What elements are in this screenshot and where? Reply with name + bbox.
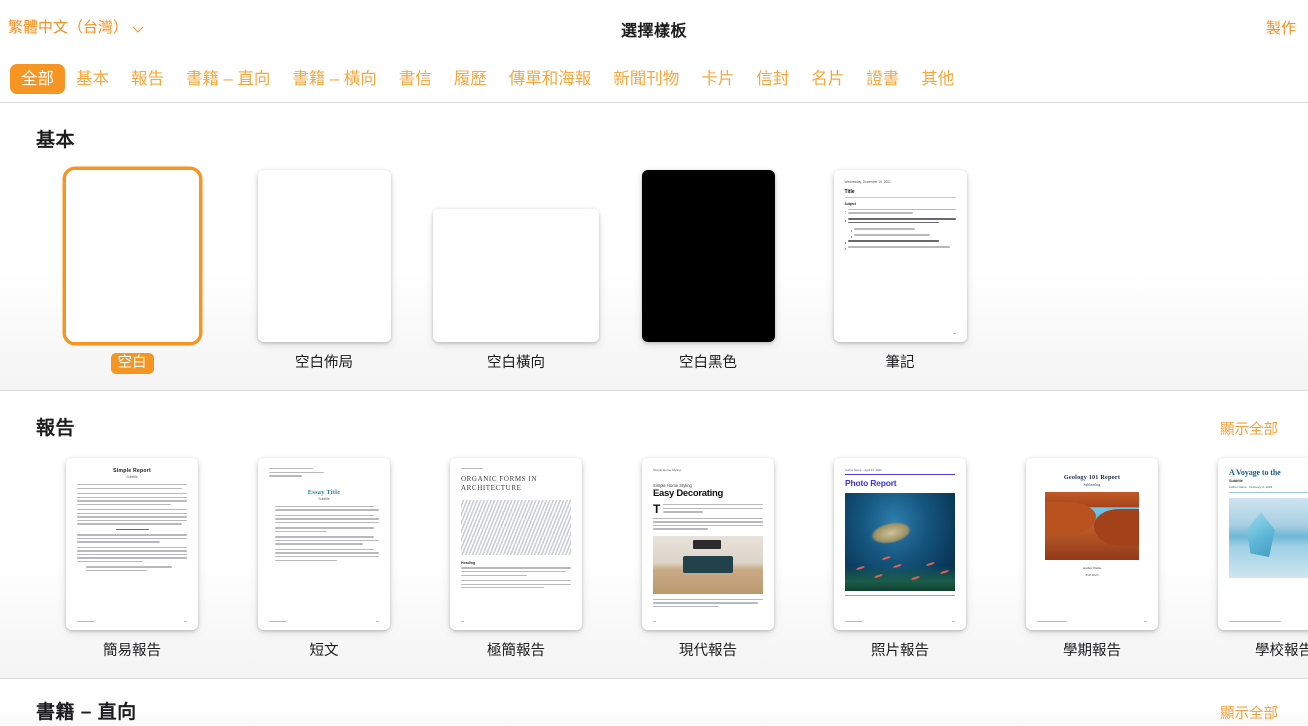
- preview-image: [1229, 498, 1308, 578]
- preview-title: A Voyage to the: [1229, 468, 1308, 477]
- template-scroll-area[interactable]: 基本 空白 空白佈局: [0, 103, 1308, 725]
- preview-image: [461, 500, 571, 555]
- template-label: 學期報告: [1056, 641, 1128, 662]
- template-card-essay[interactable]: Essay Title Subtitle 短文: [228, 440, 420, 662]
- tab-8[interactable]: 新聞刊物: [602, 64, 690, 94]
- preview-title: Geology 101 Report: [1037, 474, 1147, 481]
- template-label: 極簡報告: [480, 641, 552, 662]
- tab-12[interactable]: 證書: [855, 64, 910, 94]
- preview-subject: Subject: [845, 202, 956, 206]
- template-thumbnail: Geology 101 Report Subheading Author Nam…: [1026, 458, 1158, 630]
- tab-10[interactable]: 信封: [745, 64, 800, 94]
- dropcap: T: [653, 504, 660, 515]
- template-thumbnail: Simple Report Subtitle: [66, 458, 198, 630]
- preview-kicker: Simple Home Styling: [653, 468, 763, 472]
- template-thumbnail: Wednesday, December 15, 2021 Title Subje…: [834, 170, 967, 342]
- section-title: 書籍 – 直向: [36, 697, 137, 724]
- section-title: 報告: [36, 413, 75, 440]
- section-books-portrait: 書籍 – 直向 顯示全部: [0, 679, 1308, 725]
- template-thumbnail: A Voyage to the Subtitle Author Name · F…: [1218, 458, 1308, 630]
- tab-11[interactable]: 名片: [800, 64, 855, 94]
- preview-image: [1045, 492, 1139, 560]
- template-card-minimal-report[interactable]: ORGANIC FORMS IN ARCHITECTURE Heading 極簡…: [420, 440, 612, 662]
- page-title: 選擇樣板: [0, 17, 1308, 41]
- template-card-term-report[interactable]: Geology 101 Report Subheading Author Nam…: [996, 440, 1188, 662]
- preview-image: [653, 536, 763, 594]
- preview-date: Fall 2023: [1037, 573, 1147, 577]
- template-row-basic: 空白 空白佈局 空白橫向: [0, 152, 1308, 374]
- template-label: 空白黑色: [672, 353, 744, 374]
- template-card-photo-report[interactable]: Author Name – April 14, 2022 Photo Repor…: [804, 440, 996, 662]
- category-tabbar: 全部基本報告書籍 – 直向書籍 – 橫向書信履歷傳單和海報新聞刊物卡片信封名片證…: [0, 56, 1308, 103]
- template-label: 空白佈局: [288, 353, 360, 374]
- section-basic: 基本 空白 空白佈局: [0, 103, 1308, 391]
- template-thumbnail: Essay Title Subtitle: [258, 458, 390, 630]
- template-label: 學校報告: [1248, 641, 1308, 662]
- section-report: 報告 顯示全部 Simple Report Subtitle: [0, 391, 1308, 679]
- tab-0[interactable]: 全部: [10, 64, 65, 94]
- preview-author: Author Name: [1037, 566, 1147, 570]
- section-header: 報告 顯示全部: [0, 391, 1308, 440]
- tab-7[interactable]: 傳單和海報: [498, 64, 603, 94]
- template-card-blank-black[interactable]: 空白黑色: [612, 152, 804, 374]
- template-thumbnail: [642, 170, 775, 342]
- template-card-blank-layout[interactable]: 空白佈局: [228, 152, 420, 374]
- template-label: 空白橫向: [480, 353, 552, 374]
- preview-title: Essay Title: [269, 489, 379, 496]
- preview-title: Title: [845, 189, 956, 195]
- preview-title: ORGANIC FORMS IN ARCHITECTURE: [461, 475, 571, 493]
- template-thumbnail: Simple Home Styling Simple Home Styling …: [642, 458, 774, 630]
- preview-title: Simple Report: [77, 468, 187, 474]
- template-card-notes[interactable]: Wednesday, December 15, 2021 Title Subje…: [804, 152, 996, 374]
- create-button[interactable]: 製作: [1266, 17, 1296, 38]
- tab-1[interactable]: 基本: [65, 64, 120, 94]
- template-label: 現代報告: [672, 641, 744, 662]
- tab-2[interactable]: 報告: [120, 64, 175, 94]
- template-label: 短文: [303, 641, 346, 662]
- template-card-modern-report[interactable]: Simple Home Styling Simple Home Styling …: [612, 440, 804, 662]
- template-label: 筆記: [879, 353, 922, 374]
- template-row-report: Simple Report Subtitle: [0, 440, 1308, 662]
- template-card-blank-landscape[interactable]: 空白橫向: [420, 152, 612, 374]
- preview-subtitle: Subtitle: [1229, 479, 1308, 483]
- tab-5[interactable]: 書信: [388, 64, 443, 94]
- template-thumbnail: [433, 209, 599, 342]
- template-thumbnail: [66, 170, 199, 342]
- section-header: 基本: [0, 103, 1308, 152]
- preview-title: Photo Report: [845, 478, 955, 488]
- show-all-link[interactable]: 顯示全部: [1220, 418, 1278, 439]
- window-titlebar: 繁體中文（台灣） 選擇樣板 製作: [0, 0, 1308, 56]
- template-card-school-report[interactable]: A Voyage to the Subtitle Author Name · F…: [1188, 440, 1308, 662]
- tab-3[interactable]: 書籍 – 直向: [175, 64, 281, 94]
- preview-subtitle: Heading: [461, 561, 571, 565]
- show-all-link[interactable]: 顯示全部: [1220, 702, 1278, 723]
- preview-date: Wednesday, December 15, 2021: [845, 180, 956, 184]
- section-header: 書籍 – 直向 顯示全部: [0, 679, 1308, 724]
- section-title: 基本: [36, 125, 75, 152]
- preview-subtitle: Author Name – April 14, 2022: [845, 468, 955, 472]
- template-label: 簡易報告: [96, 641, 168, 662]
- template-label: 照片報告: [864, 641, 936, 662]
- tab-4[interactable]: 書籍 – 橫向: [281, 64, 387, 94]
- template-thumbnail: Author Name – April 14, 2022 Photo Repor…: [834, 458, 966, 630]
- template-thumbnail: [258, 170, 391, 342]
- tab-13[interactable]: 其他: [910, 64, 965, 94]
- preview-subtitle: Subheading: [1037, 483, 1147, 487]
- tab-6[interactable]: 履歷: [443, 64, 498, 94]
- preview-title: Easy Decorating: [653, 488, 763, 499]
- tab-9[interactable]: 卡片: [690, 64, 745, 94]
- preview-image: [845, 493, 955, 591]
- template-card-simple-report[interactable]: Simple Report Subtitle: [36, 440, 228, 662]
- template-thumbnail: ORGANIC FORMS IN ARCHITECTURE Heading: [450, 458, 582, 630]
- template-card-blank[interactable]: 空白: [36, 152, 228, 374]
- template-label: 空白: [111, 353, 154, 374]
